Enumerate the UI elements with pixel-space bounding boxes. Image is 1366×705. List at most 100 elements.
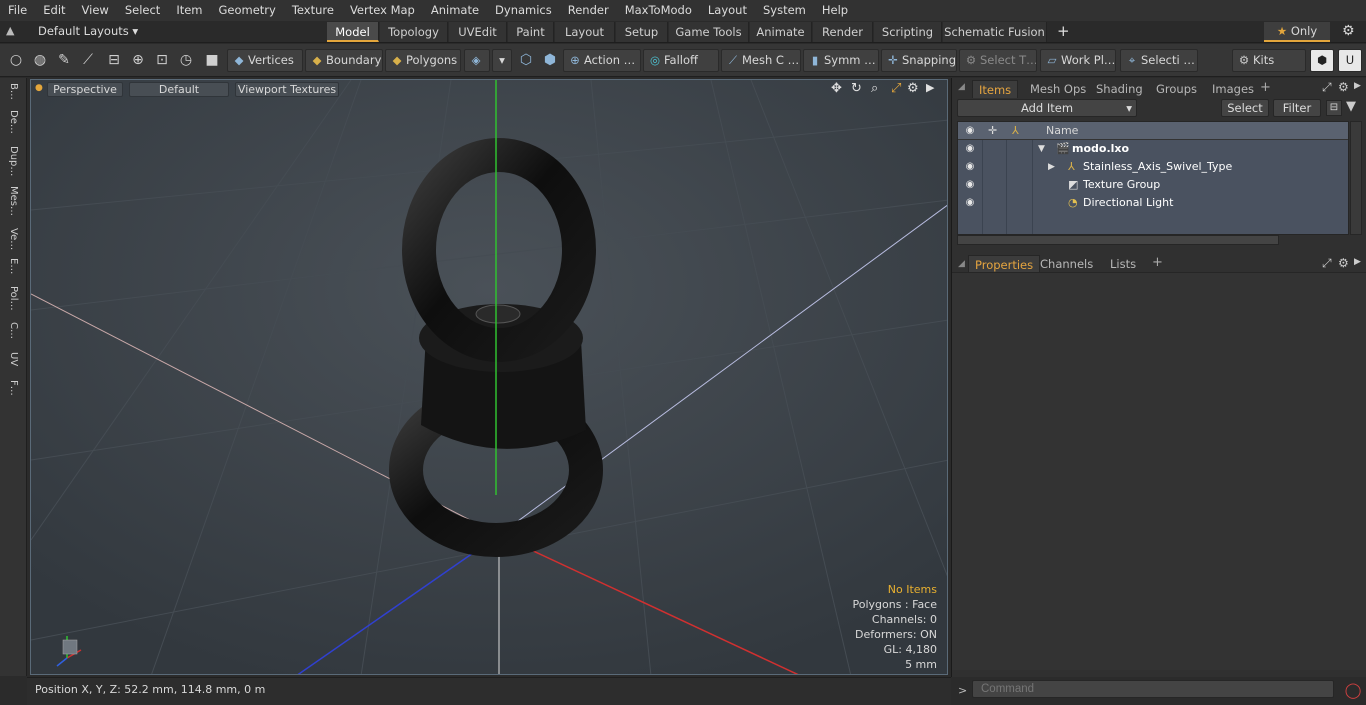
name-column-header[interactable]: Name [1046, 122, 1078, 140]
symmetry-button[interactable]: ▮ Symm … [803, 49, 879, 72]
eye-icon[interactable]: ◉ [964, 176, 976, 194]
view-type-button[interactable]: Perspective [47, 82, 123, 97]
material-mode-button[interactable]: ◈ [464, 49, 490, 72]
unity-button[interactable]: ⬢ [1310, 49, 1334, 72]
symmetry-sphere-icon[interactable]: ⬡ [516, 50, 536, 71]
gear-icon[interactable]: ⚙ [1342, 23, 1355, 39]
menu-texture[interactable]: Texture [284, 0, 342, 21]
snapping-button[interactable]: ✛ Snapping [881, 49, 957, 72]
menu-dynamics[interactable]: Dynamics [487, 0, 560, 21]
falloff-button[interactable]: ◎ Falloff [643, 49, 719, 72]
menu-maxtomodo[interactable]: MaxToModo [617, 0, 700, 21]
layout-up-icon[interactable]: ▲ [6, 24, 14, 37]
panel-maximize-icon[interactable]: ⤢ [1322, 80, 1332, 95]
list-item[interactable]: ◉ ▼ 🎬 modo.lxo [958, 140, 1348, 158]
eye-icon[interactable]: ◉ [964, 194, 976, 212]
tab-scripting[interactable]: Scripting [874, 22, 942, 42]
tab-mesh-ops[interactable]: Mesh Ops [1024, 80, 1092, 98]
select-button[interactable]: Select [1221, 99, 1269, 117]
tab-game-tools[interactable]: Game Tools [669, 22, 749, 42]
strip-tab-pol[interactable]: Pol… [3, 286, 23, 311]
command-input[interactable] [972, 680, 1334, 698]
layout-select[interactable]: Default Layouts ▾ [38, 24, 138, 38]
menu-select[interactable]: Select [117, 0, 168, 21]
strip-tab-mes[interactable]: Mes… [3, 186, 23, 216]
tab-groups[interactable]: Groups [1150, 80, 1203, 98]
menu-animate[interactable]: Animate [423, 0, 487, 21]
menu-view[interactable]: View [74, 0, 117, 21]
viewport-menu-dot[interactable]: ● [35, 83, 43, 93]
panel-maximize-icon[interactable]: ⤢ [1322, 256, 1332, 271]
item-cube-icon[interactable]: ■ [202, 50, 222, 71]
expand-right-icon[interactable]: ▶ [926, 81, 934, 94]
expand-arrow-icon[interactable]: ▶ [1048, 158, 1055, 176]
align-icon[interactable]: ⊟ [104, 50, 124, 71]
brush-icon[interactable]: ⟋ [78, 50, 98, 71]
viewport-scene[interactable] [31, 80, 948, 675]
item-list[interactable]: ◉ ✛ ⅄ Name ◉ ▼ 🎬 modo.lxo ◉ ▶ ⅄ Stainles… [957, 121, 1349, 235]
selection-sets-button[interactable]: ⌖ Selecti … [1120, 49, 1198, 72]
center-icon[interactable]: ⊕ [128, 50, 148, 71]
tab-items[interactable]: Items [972, 80, 1019, 98]
list-item[interactable]: ◉ ▶ ⅄ Stainless_Axis_Swivel_Type [958, 158, 1348, 176]
tab-channels[interactable]: Channels [1034, 255, 1099, 273]
menu-vertex-map[interactable]: Vertex Map [342, 0, 423, 21]
menu-item[interactable]: Item [168, 0, 210, 21]
filter-button[interactable]: Filter [1273, 99, 1321, 117]
globe-icon[interactable]: ◍ [30, 50, 50, 71]
mesh-constraint-button[interactable]: ⟋ Mesh C … [721, 49, 801, 72]
kits-button[interactable]: ⚙ Kits [1232, 49, 1306, 72]
panel-expand-icon[interactable]: ▶ [1354, 257, 1361, 267]
pan-icon[interactable]: ✥ [831, 81, 842, 96]
list-item[interactable]: ◉ ◩ Texture Group [958, 176, 1348, 194]
snap-sphere-icon[interactable]: ⬢ [540, 50, 560, 71]
menu-help[interactable]: Help [814, 0, 856, 21]
panel-expand-icon[interactable]: ▶ [1354, 81, 1361, 91]
strip-tab-e[interactable]: E… [3, 258, 23, 274]
menu-render[interactable]: Render [560, 0, 617, 21]
menu-system[interactable]: System [755, 0, 814, 21]
select-through-button[interactable]: ⚙ Select T… [959, 49, 1037, 72]
tab-shading[interactable]: Shading [1090, 80, 1149, 98]
maximize-icon[interactable]: ⤢ [891, 81, 901, 96]
strip-tab-dup[interactable]: Dup… [3, 146, 23, 176]
eye-icon[interactable]: ◉ [964, 140, 976, 158]
eye-icon[interactable]: ◉ [964, 158, 976, 176]
strip-tab-ve[interactable]: Ve… [3, 228, 23, 250]
mode-dropdown[interactable]: ▾ [492, 49, 512, 72]
menu-geometry[interactable]: Geometry [211, 0, 284, 21]
collapse-arrow-icon[interactable]: ▼ [1038, 140, 1045, 158]
viewport-gear-icon[interactable]: ⚙ [907, 81, 919, 96]
tab-render[interactable]: Render [813, 22, 873, 42]
action-center-button[interactable]: ⊕ Action … [563, 49, 641, 72]
shading-button[interactable]: Default [129, 82, 229, 97]
add-tab-icon[interactable]: + [1057, 22, 1070, 40]
strip-tab-b[interactable]: B… [3, 83, 23, 100]
strip-tab-f[interactable]: F… [3, 380, 23, 396]
boundary-button[interactable]: ◆ Boundary [305, 49, 383, 72]
tab-setup[interactable]: Setup [616, 22, 668, 42]
add-item-button[interactable]: Add Item ▾ [957, 99, 1137, 117]
add-panel-tab-icon[interactable]: + [1260, 80, 1271, 95]
panel-gear-icon[interactable]: ⚙ [1338, 256, 1349, 270]
tab-topology[interactable]: Topology [380, 22, 448, 42]
item-list-hscrollbar[interactable] [957, 235, 1279, 245]
item-list-scrollbar[interactable] [1350, 121, 1362, 235]
strip-tab-c[interactable]: C… [3, 322, 23, 339]
vertices-button[interactable]: ◆ Vertices [227, 49, 303, 72]
work-plane-button[interactable]: ▱ Work Pl… [1040, 49, 1116, 72]
properties-panel-menu-icon[interactable]: ◢ [958, 259, 965, 269]
tab-model[interactable]: Model [327, 22, 379, 42]
panel-gear-icon[interactable]: ⚙ [1338, 80, 1349, 94]
tab-uvedit[interactable]: UVEdit [449, 22, 507, 42]
tab-lists[interactable]: Lists [1104, 255, 1142, 273]
tab-images[interactable]: Images [1206, 80, 1260, 98]
add-panel-tab-icon[interactable]: + [1152, 255, 1163, 270]
viewport-textures-button[interactable]: Viewport Textures [235, 82, 339, 97]
tab-paint[interactable]: Paint [508, 22, 554, 42]
list-item[interactable]: ◉ ◔ Directional Light [958, 194, 1348, 212]
filter-funnel-icon[interactable]: ▼ [1346, 99, 1356, 114]
rotate-icon[interactable]: ↻ [851, 81, 862, 96]
strip-tab-de[interactable]: De… [3, 110, 23, 134]
3d-viewport[interactable]: ● Perspective Default Viewport Textures … [30, 79, 948, 675]
